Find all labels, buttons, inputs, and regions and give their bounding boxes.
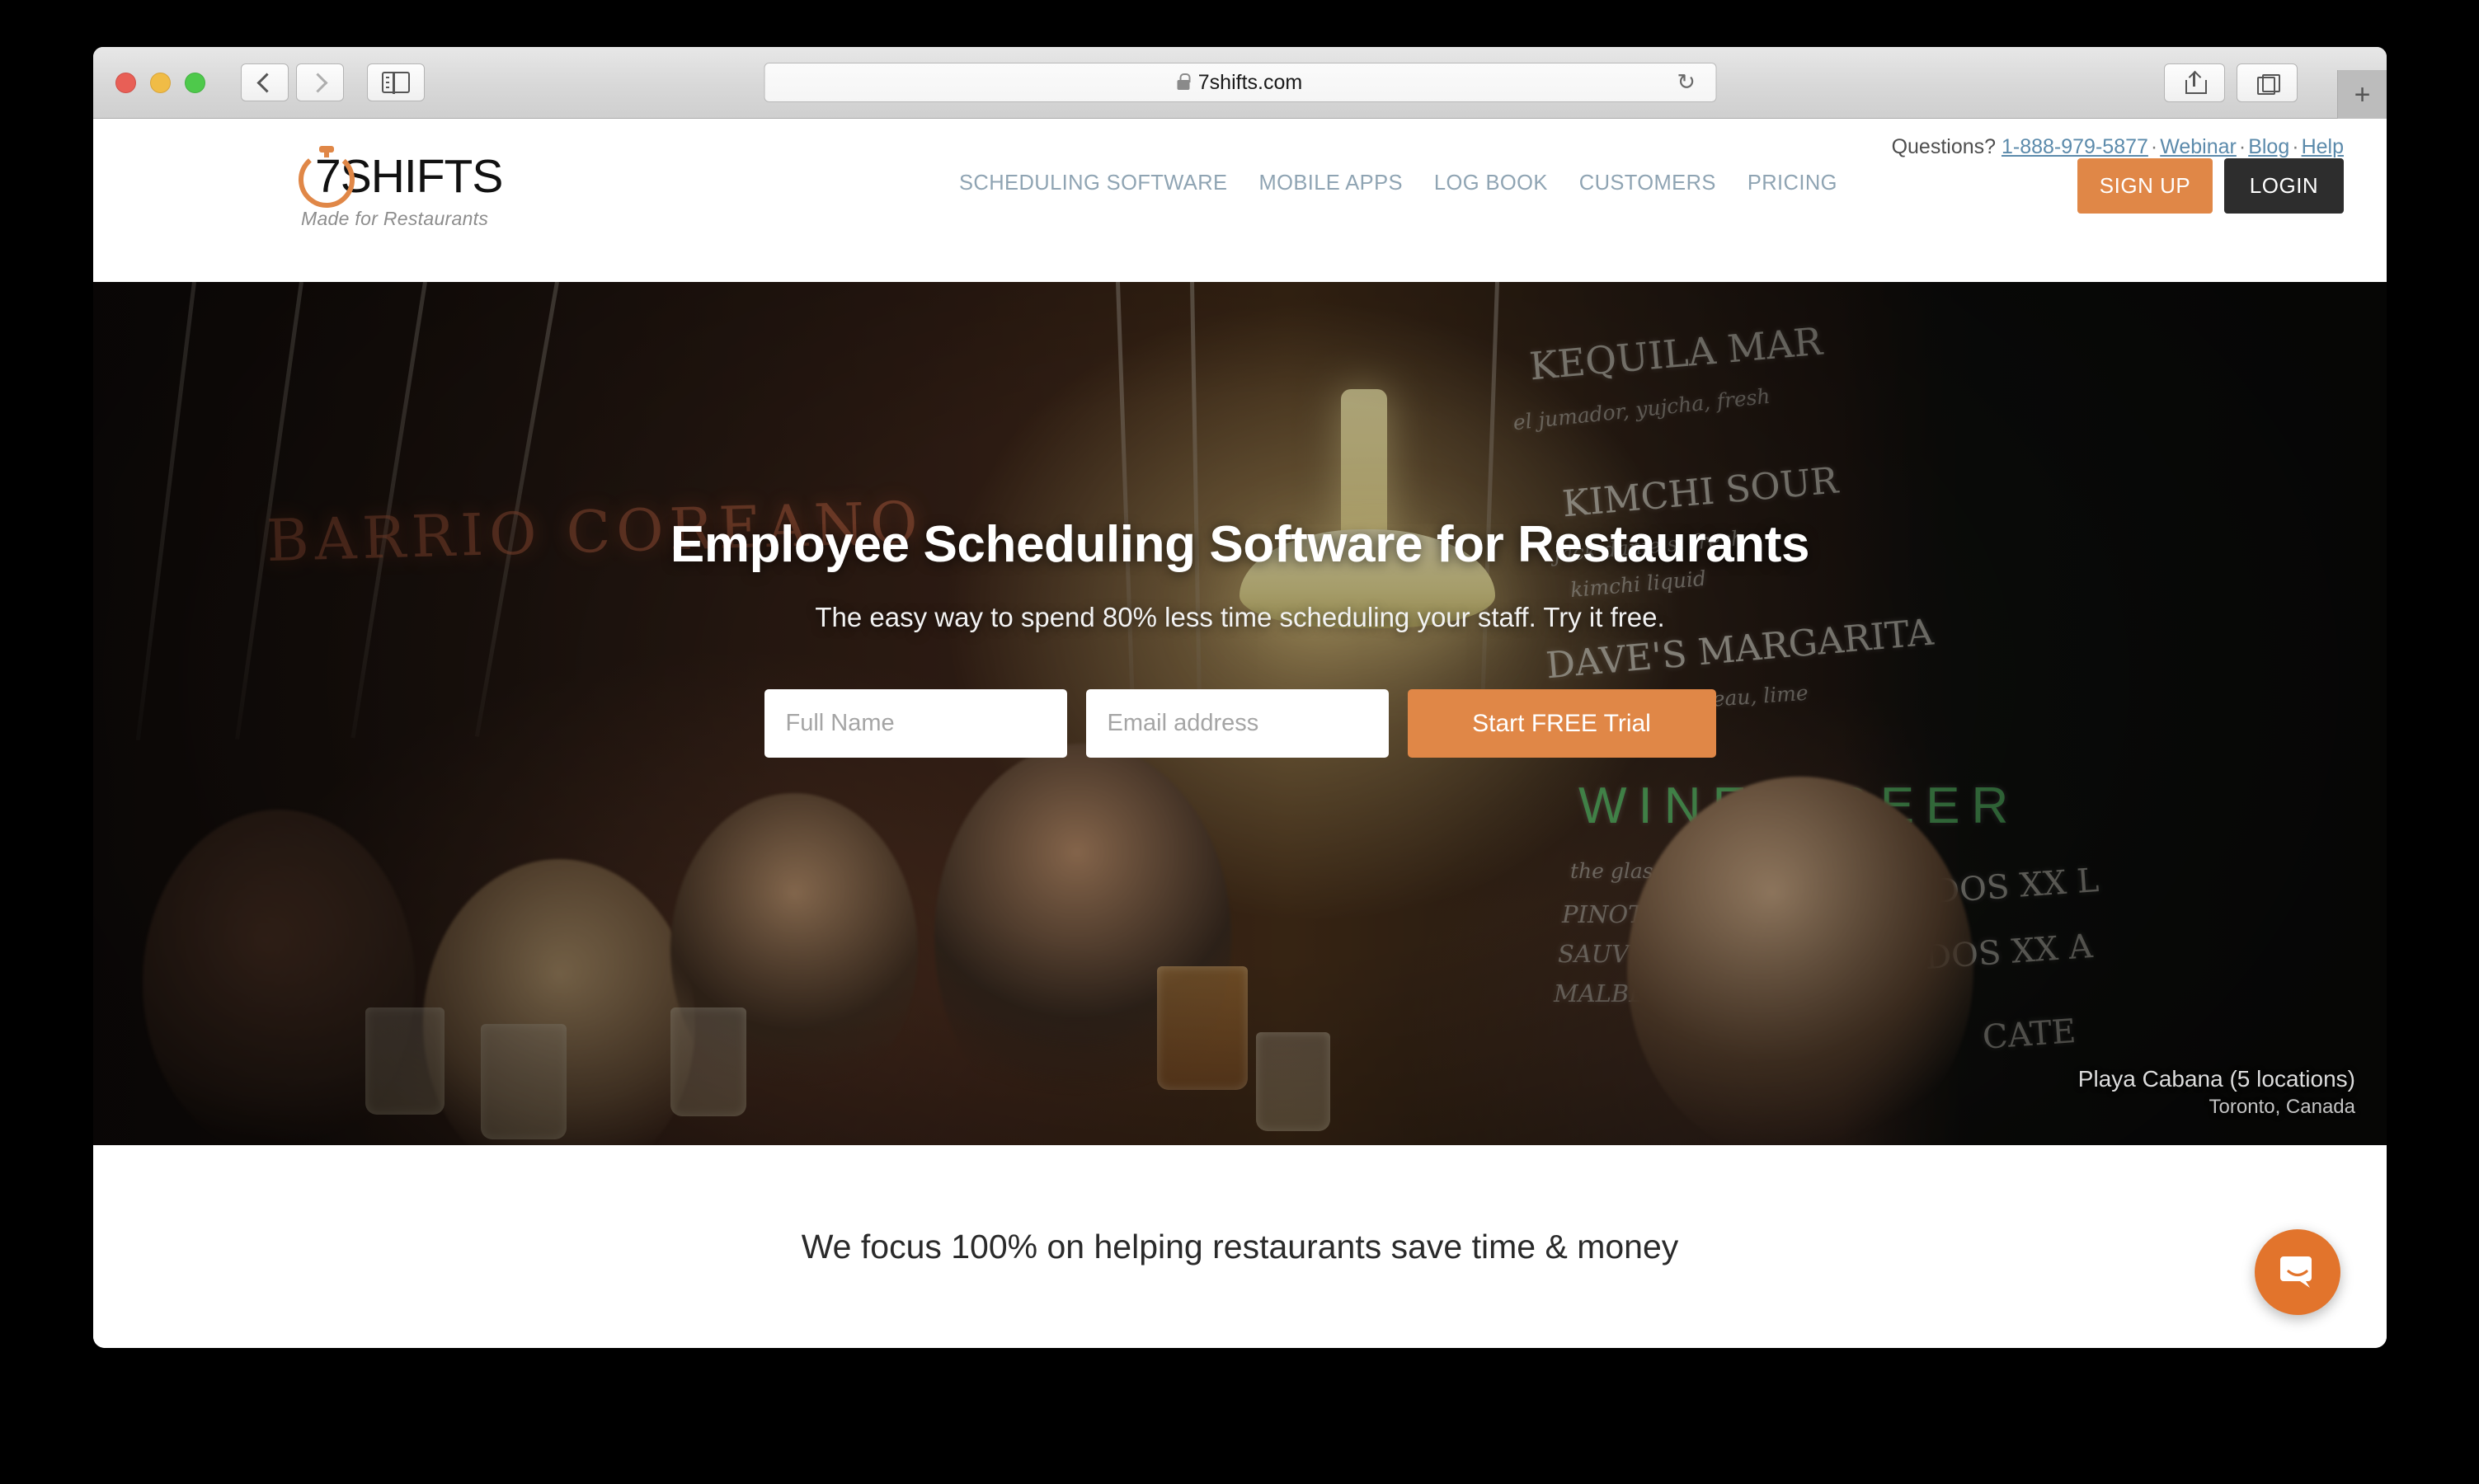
focus-section: We focus 100% on helping restaurants sav… [93,1145,2387,1348]
utility-separator-1: · [2150,135,2158,158]
questions-label: Questions? [1891,135,1997,158]
photo-credit: Playa Cabana (5 locations) Toronto, Cana… [2078,1066,2355,1119]
chat-launcher-button[interactable] [2255,1229,2340,1315]
address-bar-content: 7shifts.com [1177,70,1303,95]
blog-link[interactable]: Blog [2248,135,2289,158]
nav-item-pricing[interactable]: PRICING [1748,171,1837,195]
utility-bar: Questions? 1-888-979-5877 · Webinar · Blog · H… [1892,135,2344,159]
sidebar-icon [382,71,410,94]
hero-signup-form: Start FREE Trial [93,689,2387,758]
email-input[interactable] [1085,689,1389,758]
full-name-input[interactable] [764,689,1067,758]
chevron-left-icon [256,72,277,93]
nav-item-mobile-apps[interactable]: MOBILE APPS [1258,171,1402,195]
start-free-trial-button[interactable]: Start FREE Trial [1407,689,1716,758]
sidebar-toggle-button[interactable] [367,63,425,101]
main-navigation: SCHEDULING SOFTWARE MOBILE APPS LOG BOOK… [959,171,1837,195]
photo-credit-name: Playa Cabana (5 locations) [2077,1066,2355,1092]
webinar-link[interactable]: Webinar [2160,135,2237,158]
photo-credit-location: Toronto, Canada [2209,1096,2355,1118]
minimize-window-button[interactable] [150,72,171,93]
nav-item-scheduling-software[interactable]: SCHEDULING SOFTWARE [959,171,1227,195]
logo-mark: 7 SHIFTS [295,146,504,208]
close-window-button[interactable] [115,72,136,93]
back-button[interactable] [241,63,289,101]
site-header: Questions? 1-888-979-5877 · Webinar · Blog · H… [93,119,2387,282]
hero-section: BARRIO COREANO KEQUILA MAR el jumador, y… [93,282,2387,1145]
nav-item-log-book[interactable]: LOG BOOK [1434,171,1548,195]
address-bar[interactable]: 7shifts.com ↻ [764,63,1716,102]
help-link[interactable]: Help [2302,135,2344,158]
browser-window: 7shifts.com ↻ + Questions? 1-888-979-587… [93,47,2387,1348]
logo-wordmark: SHIFTS [340,150,504,203]
lock-icon [1177,73,1191,90]
sign-up-button[interactable]: SIGN UP [2077,158,2213,214]
tab-overview-button[interactable] [2237,63,2298,102]
hero-content: Employee Scheduling Software for Restaur… [93,282,2387,758]
utility-separator-3: · [2292,135,2299,158]
logo-tagline: Made for Restaurants [301,208,489,229]
navigation-buttons [241,63,344,101]
window-controls [115,72,205,93]
share-icon [2185,70,2207,94]
share-arrow-icon [2188,70,2201,83]
url-text: 7shifts.com [1197,70,1303,94]
forward-button[interactable] [296,63,344,101]
site-logo[interactable]: 7 SHIFTS Made for Restaurants [295,146,504,230]
hero-subheadline: The easy way to spend 80% less time sche… [815,602,1665,632]
new-tab-button[interactable]: + [2337,70,2387,119]
phone-link[interactable]: 1-888-979-5877 [2002,135,2148,158]
hero-headline: Employee Scheduling Software for Restaur… [670,516,1810,573]
tab-overview-icon [2257,73,2280,95]
login-button[interactable]: LOGIN [2224,158,2344,214]
maximize-window-button[interactable] [185,72,205,93]
reload-icon[interactable]: ↻ [1677,71,1696,94]
nav-item-customers[interactable]: CUSTOMERS [1579,171,1716,195]
toolbar-right-buttons [2164,63,2298,102]
header-cta-group: SIGN UP LOGIN [2077,158,2344,214]
browser-toolbar: 7shifts.com ↻ + [93,47,2387,119]
chat-bubble-icon [2280,1256,2312,1288]
stopwatch-icon [299,146,355,208]
utility-separator-2: · [2238,135,2246,158]
chevron-right-icon [308,72,328,93]
share-button[interactable] [2164,63,2225,102]
focus-headline: We focus 100% on helping restaurants sav… [801,1227,1679,1266]
